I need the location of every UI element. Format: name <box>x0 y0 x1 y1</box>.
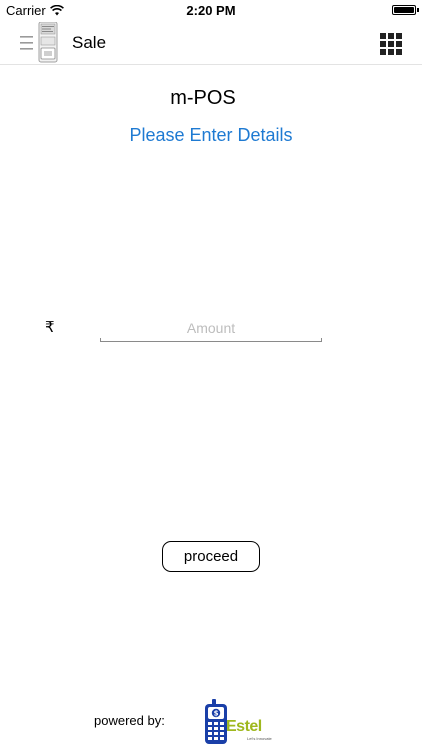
amount-underline-left-cap <box>100 338 101 342</box>
app-title: m-POS <box>170 87 236 109</box>
status-time: 2:20 PM <box>186 3 236 18</box>
proceed-button[interactable]: proceed <box>162 541 260 572</box>
subtitle: Please Enter Details <box>129 125 293 145</box>
amount-underline-right-cap <box>321 338 322 342</box>
svg-text:$: $ <box>214 710 219 718</box>
battery-level <box>394 7 414 13</box>
sale-screen: Carrier 2:20 PM Sale m-POS Please Enter … <box>0 0 422 750</box>
battery-icon <box>392 5 416 15</box>
menu-icon[interactable] <box>18 22 60 64</box>
battery-tip <box>417 8 419 12</box>
grid-icon[interactable] <box>380 33 402 55</box>
status-bar: Carrier 2:20 PM <box>0 0 422 22</box>
brand-name: Estel <box>226 718 262 735</box>
rupee-icon: ₹ <box>45 318 55 336</box>
brand-tagline: Let's Innovate <box>247 736 272 741</box>
navigation-bar: Sale <box>0 22 422 65</box>
nav-title: Sale <box>72 33 107 52</box>
amount-input[interactable] <box>100 314 322 342</box>
powered-by-label: powered by: <box>94 713 165 728</box>
